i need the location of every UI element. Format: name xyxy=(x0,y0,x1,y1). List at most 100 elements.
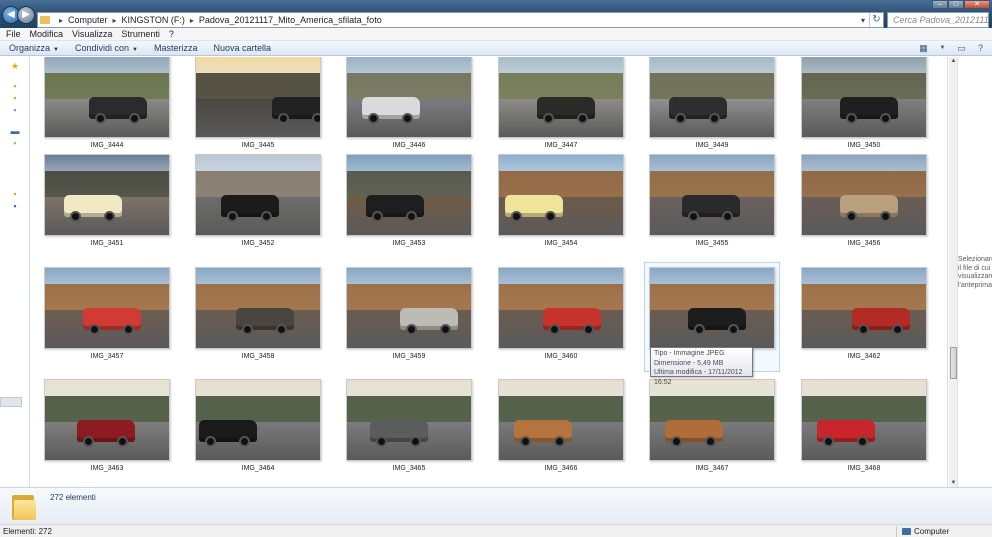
preview-message: Selezionare il file di cui visualizzare … xyxy=(958,256,992,289)
change-view-icon[interactable]: ▦ xyxy=(918,44,929,53)
forward-arrow-icon: ▶ xyxy=(22,9,30,20)
network-icon[interactable]: ▪ xyxy=(10,202,20,211)
menu-bar: File Modifica Visualizza Strumenti ? xyxy=(0,28,992,41)
breadcrumb-computer[interactable]: Computer xyxy=(68,15,108,25)
organize-button[interactable]: Organizza ▼ xyxy=(9,43,59,53)
address-dropdown-icon[interactable]: ▾ xyxy=(857,16,869,25)
image-thumbnail[interactable] xyxy=(195,57,321,138)
file-name: IMG_3456 xyxy=(847,240,881,247)
status-bar: Elementi: 272 Computer xyxy=(0,524,992,537)
file-name: IMG_3458 xyxy=(241,353,275,360)
image-thumbnail[interactable] xyxy=(498,267,624,349)
refresh-icon[interactable]: ↻ xyxy=(869,13,883,27)
image-thumbnail[interactable] xyxy=(195,267,321,349)
computer-icon[interactable]: ▪ xyxy=(10,190,20,199)
image-thumbnail[interactable] xyxy=(195,379,321,461)
search-input[interactable]: Cerca Padova_20121117_Mito... xyxy=(887,12,989,28)
address-bar[interactable]: ▸ Computer ▸ KINGSTON (F:) ▸ Padova_2012… xyxy=(37,12,884,28)
close-button[interactable]: ✕ xyxy=(964,0,990,9)
share-button[interactable]: Condividi con ▼ xyxy=(75,43,138,53)
image-thumbnail[interactable] xyxy=(195,154,321,236)
image-thumbnail[interactable] xyxy=(801,57,927,138)
breadcrumb-folder[interactable]: Padova_20121117_Mito_America_sfilata_fot… xyxy=(199,15,382,25)
window-controls: – □ ✕ xyxy=(932,0,990,9)
image-thumbnail[interactable] xyxy=(498,379,624,461)
new-folder-button[interactable]: Nuova cartella xyxy=(213,43,271,53)
image-thumbnail[interactable] xyxy=(44,379,170,461)
status-divider xyxy=(896,526,897,537)
image-thumbnail[interactable] xyxy=(498,154,624,236)
file-name: IMG_3467 xyxy=(695,465,729,472)
computer-icon xyxy=(902,528,911,535)
scroll-up-icon[interactable]: ▲ xyxy=(949,58,958,64)
nav-scrollbar[interactable] xyxy=(0,397,22,407)
image-thumbnail[interactable] xyxy=(649,57,775,138)
help-icon[interactable]: ? xyxy=(975,44,986,53)
file-list: IMG_3444 IMG_3445 IMG_3446 IMG_3447 IMG_3449… xyxy=(31,57,945,487)
library-item-icon[interactable]: ▪ xyxy=(10,139,20,148)
file-name: IMG_3446 xyxy=(392,142,426,149)
image-thumbnail[interactable] xyxy=(801,154,927,236)
image-thumbnail[interactable] xyxy=(44,267,170,349)
image-thumbnail[interactable] xyxy=(649,379,775,461)
menu-edit[interactable]: Modifica xyxy=(30,29,64,39)
menu-file[interactable]: File xyxy=(6,29,21,39)
image-thumbnail[interactable] xyxy=(649,154,775,236)
vertical-scrollbar[interactable]: ▲ ▼ xyxy=(949,57,958,487)
breadcrumb-separator-icon[interactable]: ▸ xyxy=(113,16,117,25)
file-name: IMG_3464 xyxy=(241,465,275,472)
chevron-down-icon[interactable]: ▼ xyxy=(937,44,948,53)
breadcrumb-separator-icon[interactable]: ▸ xyxy=(59,16,63,25)
breadcrumb-separator-icon[interactable]: ▸ xyxy=(190,16,194,25)
folder-icon xyxy=(40,16,50,24)
menu-help[interactable]: ? xyxy=(169,29,174,39)
organize-label: Organizza xyxy=(9,43,51,53)
burn-button[interactable]: Masterizza xyxy=(154,43,198,53)
tooltip-type: Tipo - Immagine JPEG xyxy=(654,350,725,357)
favorites-star-icon[interactable]: ★ xyxy=(10,62,20,71)
image-thumbnail[interactable] xyxy=(346,154,472,236)
tooltip-modified: Ultima modifica - 17/11/2012 16:52 xyxy=(654,369,743,386)
image-thumbnail[interactable] xyxy=(498,57,624,138)
file-name: IMG_3459 xyxy=(392,353,426,360)
file-tooltip: Tipo - Immagine JPEG Dimensione - 5,49 M… xyxy=(650,347,753,386)
status-location: Computer xyxy=(902,527,949,536)
share-label: Condividi con xyxy=(74,43,130,53)
menu-tools[interactable]: Strumenti xyxy=(121,29,160,39)
image-thumbnail[interactable] xyxy=(346,379,472,461)
preview-pane-icon[interactable]: ▭ xyxy=(956,44,967,53)
status-count: Elementi: 272 xyxy=(3,527,52,536)
image-thumbnail[interactable] xyxy=(801,379,927,461)
forward-button[interactable]: ▶ xyxy=(17,6,35,24)
downloads-icon[interactable]: ▪ xyxy=(10,94,20,103)
breadcrumb-drive[interactable]: KINGSTON (F:) xyxy=(122,15,185,25)
file-name: IMG_3447 xyxy=(544,142,578,149)
file-name: IMG_3452 xyxy=(241,240,275,247)
scroll-down-icon[interactable]: ▼ xyxy=(949,480,958,486)
folder-icon xyxy=(12,492,36,520)
image-thumbnail[interactable] xyxy=(346,267,472,349)
image-thumbnail[interactable] xyxy=(801,267,927,349)
file-name: IMG_3466 xyxy=(544,465,578,472)
minimize-button[interactable]: – xyxy=(932,0,948,9)
image-thumbnail[interactable] xyxy=(44,57,170,138)
recent-places-icon[interactable]: ▪ xyxy=(10,106,20,115)
file-name: IMG_3468 xyxy=(847,465,881,472)
desktop-icon[interactable]: ▪ xyxy=(10,82,20,91)
image-thumbnail[interactable] xyxy=(346,57,472,138)
file-name: IMG_3453 xyxy=(392,240,426,247)
image-thumbnail[interactable] xyxy=(44,154,170,236)
file-name: IMG_3450 xyxy=(847,142,881,149)
scrollbar-thumb[interactable] xyxy=(950,347,957,379)
file-name: IMG_3451 xyxy=(90,240,124,247)
command-bar: Organizza ▼ Condividi con ▼ Masterizza Nuo… xyxy=(0,41,992,56)
menu-view[interactable]: Visualizza xyxy=(72,29,112,39)
file-name: IMG_3463 xyxy=(90,465,124,472)
image-thumbnail[interactable] xyxy=(649,267,775,349)
tooltip-size: Dimensione - 5,49 MB xyxy=(654,359,724,367)
navigation-pane: ★ ▪ ▪ ▪ ▬ ▪ ▪ ▪ xyxy=(0,57,30,487)
maximize-button[interactable]: □ xyxy=(948,0,964,9)
libraries-icon[interactable]: ▬ xyxy=(10,127,20,136)
chevron-down-icon: ▼ xyxy=(132,47,138,53)
status-location-label: Computer xyxy=(914,527,950,536)
